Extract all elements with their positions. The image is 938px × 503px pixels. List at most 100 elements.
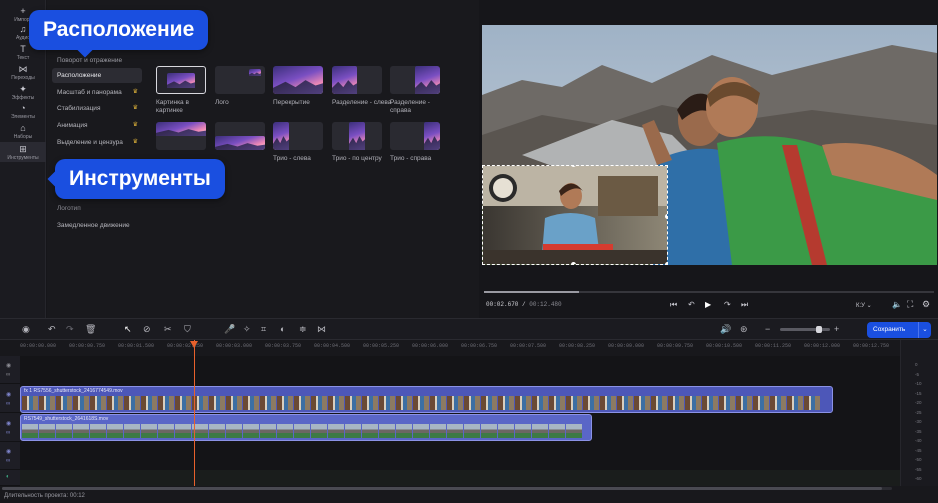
link-icon[interactable]: ∞ [6,401,10,407]
layout-tile-overlay[interactable] [273,66,323,94]
thumbnail [770,396,786,410]
voice-icon[interactable]: 🎤 [224,323,235,335]
layout-label-trio-center: Трио - по центру [332,155,382,162]
thumbnail [549,424,565,438]
clip-video-2[interactable]: RS7549_shutterstock_2641618S.mov [20,414,592,441]
menu-item-stabilization[interactable]: Стабилизация ♛ [52,101,142,116]
pip-overlay[interactable] [482,165,668,265]
audio-icon[interactable]: 🔊 [720,323,731,335]
ruler-label: 00:00:00.000 [20,343,57,349]
layout-tile-split-left[interactable] [332,66,382,94]
thumbnail [447,424,463,438]
pip-frame [483,166,667,264]
audio-track-icon[interactable]: ◐ [6,474,10,480]
adjust-icon[interactable]: ≑ [299,323,307,335]
menu-item-animation[interactable]: Анимация ♛ [52,118,142,133]
thumbnail [328,424,344,438]
thumbnail [277,396,293,410]
thumbnail [719,396,735,410]
layout-tile-7[interactable] [215,122,265,150]
link-icon[interactable]: ∞ [6,372,10,378]
delete-icon[interactable]: 🗑 [85,323,96,335]
eye-icon[interactable]: ◉ [6,391,11,398]
timeline-scrollbar-thumb[interactable] [2,487,882,490]
thumbnail [311,424,327,438]
ruler-label: 00:00:12.750 [853,343,890,349]
crop-icon[interactable]: ⌗ [261,323,266,335]
sidebar-item-transitions[interactable]: ⋈ Переходы [0,64,46,81]
menu-item-rotate[interactable]: Поворот и отражение [57,57,122,64]
zoom-slider[interactable] [780,326,830,333]
settings-icon[interactable]: ⚙ [922,299,930,310]
save-button[interactable]: Сохранить ⌄ [867,322,931,338]
ruler-label: 00:00:04.500 [314,343,351,349]
skip-start-icon[interactable]: ⏮ [670,300,677,310]
player-time: 00:02.670 / 00:12.480 [486,301,562,308]
layout-tile-trio-right[interactable] [390,122,440,150]
track-header-video2: ◉ ∞ [0,413,20,442]
thumbnail [90,424,106,438]
layout-tile-split-right[interactable] [390,66,440,94]
sidebar-item-tools[interactable]: ⊞ Инструменты [0,142,46,162]
playhead[interactable] [194,340,195,486]
undo-icon[interactable]: ↶ [48,323,56,335]
snap-icon[interactable]: ⊛ [740,323,748,335]
sidebar-item-effects[interactable]: ✦ Эффекты [0,84,46,101]
sidebar-item-sets[interactable]: ⌂ Наборы [0,123,46,140]
timeline-ruler[interactable]: 00:00:00.000 00:00:00.750 00:00:01.500 00:0… [0,340,900,356]
thumbnail [634,396,650,410]
zoom-slider-handle[interactable] [816,326,822,333]
clip-video-1[interactable]: fx 1 RS7556_shutterstock_2416774549.mov [20,386,833,413]
layout-tile-trio-center[interactable] [332,122,382,150]
zoom-in-icon[interactable]: + [834,323,839,335]
sidebar-item-elements[interactable]: ◔ Элементы [0,103,46,120]
eye-icon[interactable]: ◉ [6,448,11,455]
layout-tile-pip[interactable] [156,66,206,94]
fullscreen-icon[interactable]: ⛶ [907,299,913,310]
current-time: 00:02.670 [486,301,519,308]
skip-end-icon[interactable]: ⏭ [741,300,748,310]
volume-icon[interactable]: 🔈 [892,300,902,309]
crown-icon: ♛ [132,89,138,95]
link-icon[interactable]: ∞ [6,458,10,464]
menu-item-zoom-pan[interactable]: Масштаб и панорама ♛ [52,85,142,100]
menu-item-layout[interactable]: Расположение [52,68,142,83]
sets-icon: ⌂ [20,123,26,133]
thumbnail [73,424,89,438]
vu-label: -25 [915,409,922,415]
redo-icon[interactable]: ↷ [66,323,74,335]
magic-icon[interactable]: ✧ [243,323,251,335]
layout-label-pip: Картинка в картинке [156,99,189,114]
scissors-icon[interactable]: ✂ [164,323,172,335]
eye-icon[interactable]: ◉ [6,362,11,369]
crown-icon: ♛ [132,105,138,111]
cursor-icon[interactable]: ↖ [124,323,132,335]
transition-icon[interactable]: ⋈ [317,323,326,335]
layout-tile-logo[interactable] [215,66,265,94]
step-back-icon[interactable]: ↶ [688,300,695,309]
marker-icon[interactable]: ⛉ [184,323,191,335]
step-forward-icon[interactable]: ↷ [724,300,731,309]
zoom-out-icon[interactable]: − [765,323,770,335]
video-preview[interactable] [482,25,937,265]
menu-item-slow-motion[interactable]: Замедленное движение [52,218,162,233]
thumbnail [175,424,191,438]
menu-item-highlight-censor[interactable]: Выделение и цензура ♛ [52,135,142,150]
record-icon[interactable]: ◉ [22,323,30,335]
playhead-handle[interactable] [190,341,198,348]
thumbnail [532,396,548,410]
play-icon[interactable]: ▶ [705,300,711,309]
link-icon[interactable]: ∞ [6,430,10,436]
eye-icon[interactable]: ◉ [6,420,11,427]
clip-thumbnails [21,424,591,438]
layout-label-overlay: Перекрытие [273,99,310,106]
aspect-ratio-select[interactable]: К:У ⌄ [856,302,872,309]
menu-item-logo[interactable]: Логотип [52,201,142,216]
timeline-scrollbar[interactable] [2,487,892,490]
layout-tile-trio-left[interactable] [273,122,323,150]
color-icon[interactable]: ◐ [280,323,285,335]
layout-label-logo: Лого [215,99,229,106]
layout-tile-6[interactable] [156,122,206,150]
save-dropdown-icon[interactable]: ⌄ [918,322,931,338]
ripple-icon[interactable]: ⊘ [143,323,151,335]
